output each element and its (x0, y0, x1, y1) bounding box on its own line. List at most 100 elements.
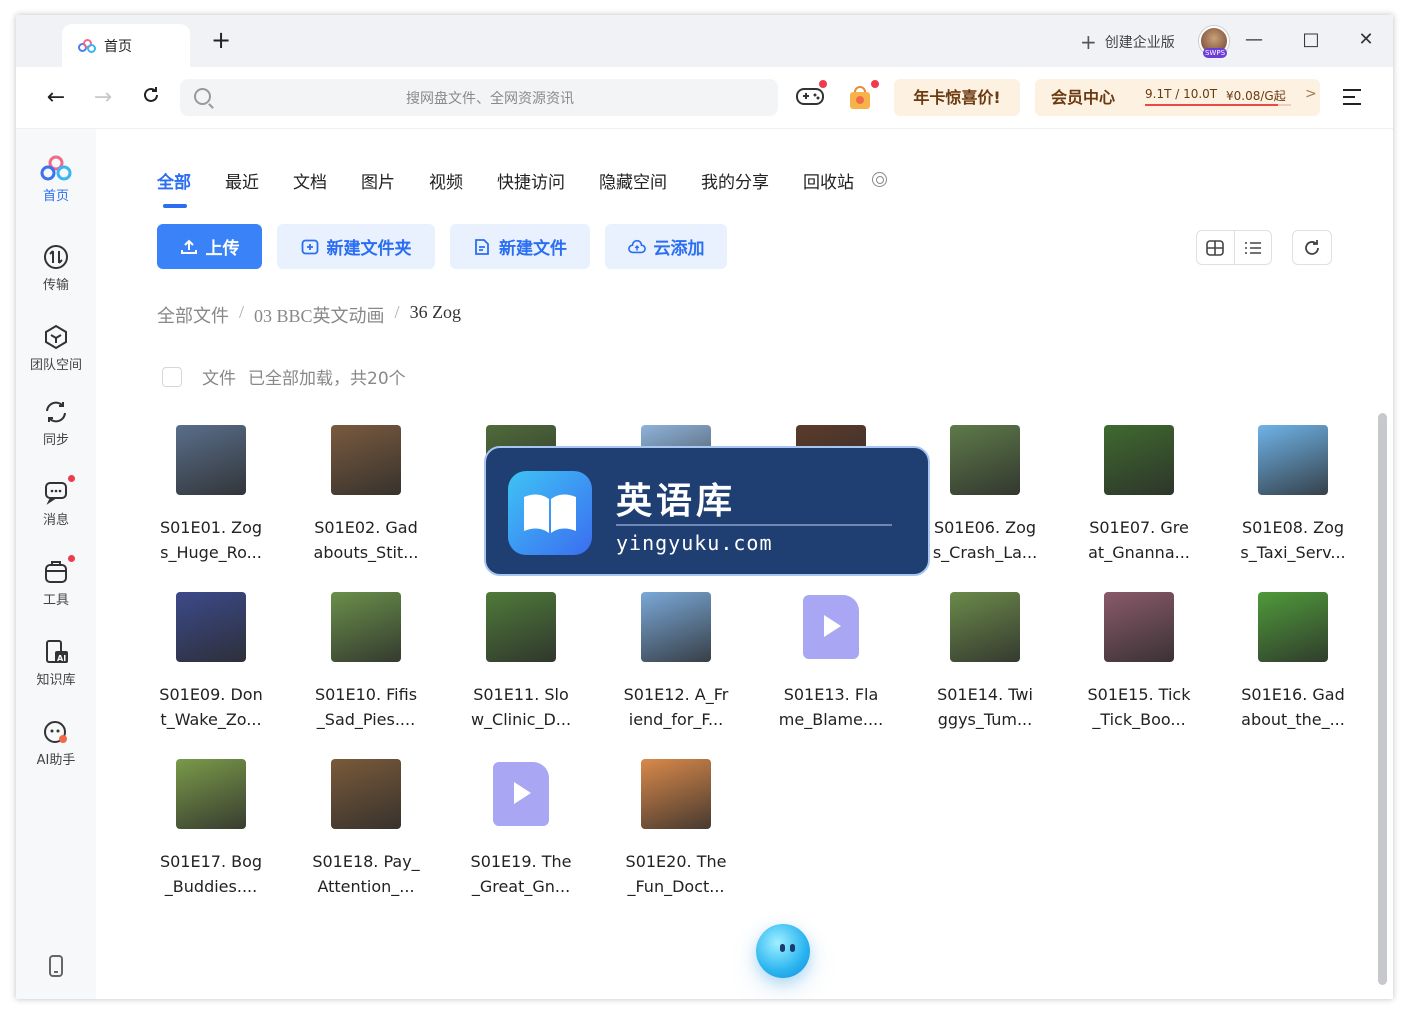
minimize-button[interactable]: — (1242, 29, 1266, 50)
tab-quick-access[interactable]: 快捷访问 (497, 168, 565, 198)
file-item[interactable]: S01E15. Tick _Tick_Boo... (1074, 592, 1204, 732)
file-item[interactable]: S01E19. The _Great_Gn... (456, 759, 586, 899)
sidebar-item-message[interactable]: 消息 (16, 475, 96, 528)
gift-bag-icon (850, 86, 870, 109)
file-item[interactable]: S01E14. Twi ggys_Tum... (920, 592, 1050, 732)
reload-button[interactable] (139, 85, 163, 111)
file-item[interactable]: S01E11. Slo w_Clinic_D... (456, 592, 586, 732)
notification-dot (871, 80, 879, 88)
menu-icon[interactable] (1343, 89, 1361, 105)
notification-dot (68, 555, 75, 562)
book-logo-icon (508, 471, 592, 555)
list-view-button[interactable] (1233, 231, 1272, 264)
sidebar-item-tools[interactable]: 工具 (16, 555, 96, 608)
breadcrumb-item[interactable]: 03 BBC英文动画 (254, 302, 385, 328)
tab-hidden-space[interactable]: 隐藏空间 (599, 168, 667, 198)
file-item[interactable]: S01E12. A_Fr iend_for_F... (611, 592, 741, 732)
video-thumbnail (950, 425, 1020, 495)
tab-title: 首页 (104, 38, 132, 55)
video-thumbnail (331, 592, 401, 662)
breadcrumb: 全部文件 / 03 BBC英文动画 / 36 Zog (157, 302, 461, 328)
reload-icon (144, 87, 158, 102)
sidebar-item-knowledge[interactable]: AI 知识库 (16, 639, 96, 688)
file-item[interactable]: S01E01. Zog s_Huge_Ro... (146, 425, 276, 565)
file-item[interactable]: S01E10. Fifis _Sad_Pies.... (301, 592, 431, 732)
file-name-line: S01E06. Zog (933, 518, 1037, 537)
file-item[interactable]: S01E13. Fla me_Blame.... (766, 592, 896, 732)
mascot-assistant-icon[interactable] (756, 924, 810, 978)
forward-button[interactable]: → (91, 85, 115, 110)
cloud-add-button[interactable]: 云添加 (605, 224, 727, 269)
vip-center-button[interactable]: 会员中心 9.1T / 10.0T ¥0.08/G起 > (1035, 79, 1320, 116)
scrollbar[interactable] (1378, 413, 1387, 985)
file-name-line: S01E12. A_Fr (623, 685, 729, 704)
storage-progress-bar (1145, 104, 1291, 106)
promo-button[interactable]: 年卡惊喜价! (894, 79, 1020, 116)
sidebar-item-transfer[interactable]: 传输 (16, 244, 96, 293)
close-button[interactable]: ✕ (1354, 29, 1378, 50)
refresh-button[interactable] (1292, 230, 1332, 265)
eye-icon[interactable] (872, 172, 887, 187)
sidebar-item-label: 同步 (42, 433, 69, 448)
file-name-line: Attention_... (317, 877, 415, 896)
search-box[interactable] (180, 79, 778, 116)
file-item[interactable]: S01E17. Bog _Buddies.... (146, 759, 276, 899)
video-file-icon (796, 592, 866, 662)
tab-videos[interactable]: 视频 (429, 168, 463, 198)
create-enterprise-label: 创建企业版 (1104, 35, 1175, 51)
file-name: S01E01. Zog s_Huge_Ro... (146, 515, 276, 565)
sidebar-item-sync[interactable]: 同步 (16, 399, 96, 448)
team-icon (43, 324, 69, 350)
file-item[interactable]: S01E02. Gad abouts_Stit... (301, 425, 431, 565)
maximize-button[interactable]: □ (1299, 29, 1323, 50)
tab-all[interactable]: 全部 (157, 168, 191, 208)
file-item[interactable]: S01E20. The _Fun_Doct... (611, 759, 741, 899)
title-bar: 首页 + + 创建企业版 SWPS — □ ✕ (16, 15, 1393, 67)
file-name: S01E09. Don t_Wake_Zo... (146, 682, 276, 732)
tab-home[interactable]: 首页 (62, 24, 190, 67)
new-file-button[interactable]: 新建文件 (450, 224, 590, 269)
grid-view-button[interactable] (1197, 231, 1234, 264)
file-name-line: S01E07. Gre (1089, 518, 1189, 537)
file-item[interactable]: S01E08. Zog s_Taxi_Serv... (1228, 425, 1358, 565)
file-name-line: _Fun_Doct... (627, 877, 725, 896)
tab-recycle-bin[interactable]: 回收站 (803, 168, 854, 198)
file-name-line: about_the_... (1241, 710, 1345, 729)
file-item[interactable]: S01E18. Pay_ Attention_... (301, 759, 431, 899)
video-thumbnail (1104, 425, 1174, 495)
gift-button[interactable] (847, 80, 879, 112)
refresh-icon (1305, 239, 1319, 255)
file-name-line: _Buddies.... (164, 877, 258, 896)
file-item[interactable]: S01E16. Gad about_the_... (1228, 592, 1358, 732)
tab-images[interactable]: 图片 (361, 168, 395, 198)
video-thumbnail (331, 425, 401, 495)
sidebar-item-label: 工具 (42, 593, 69, 608)
cloud-add-label: 云添加 (653, 239, 705, 259)
sidebar-item-team[interactable]: 团队空间 (16, 324, 96, 373)
create-enterprise-button[interactable]: + 创建企业版 (1080, 30, 1175, 54)
sidebar-item-label: AI助手 (36, 753, 76, 768)
file-item[interactable]: S01E09. Don t_Wake_Zo... (146, 592, 276, 732)
back-button[interactable]: ← (44, 85, 68, 110)
sync-icon (43, 399, 69, 425)
list-header: 文件 已全部加载，共20个 (162, 364, 406, 389)
tab-recent[interactable]: 最近 (225, 168, 259, 198)
tab-documents[interactable]: 文档 (293, 168, 327, 198)
tab-my-shares[interactable]: 我的分享 (701, 168, 769, 198)
upload-button[interactable]: 上传 (157, 224, 262, 269)
avatar-badge: SWPS (1203, 48, 1227, 58)
file-item[interactable]: S01E06. Zog s_Crash_La... (920, 425, 1050, 565)
new-tab-button[interactable]: + (211, 27, 231, 53)
avatar[interactable]: SWPS (1199, 26, 1229, 58)
phone-icon[interactable] (16, 955, 96, 981)
file-name-line: abouts_Stit... (313, 543, 419, 562)
file-item[interactable]: S01E07. Gre at_Gnanna... (1074, 425, 1204, 565)
search-input[interactable] (220, 79, 760, 116)
sidebar-item-ai-assistant[interactable]: AI助手 (16, 719, 96, 768)
select-all-checkbox[interactable] (162, 366, 182, 387)
file-name-line: S01E13. Fla (783, 685, 879, 704)
sidebar-item-home[interactable]: 首页 (16, 155, 96, 204)
breadcrumb-item[interactable]: 全部文件 (157, 302, 229, 328)
game-button[interactable] (795, 80, 827, 112)
new-folder-button[interactable]: 新建文件夹 (277, 224, 435, 269)
